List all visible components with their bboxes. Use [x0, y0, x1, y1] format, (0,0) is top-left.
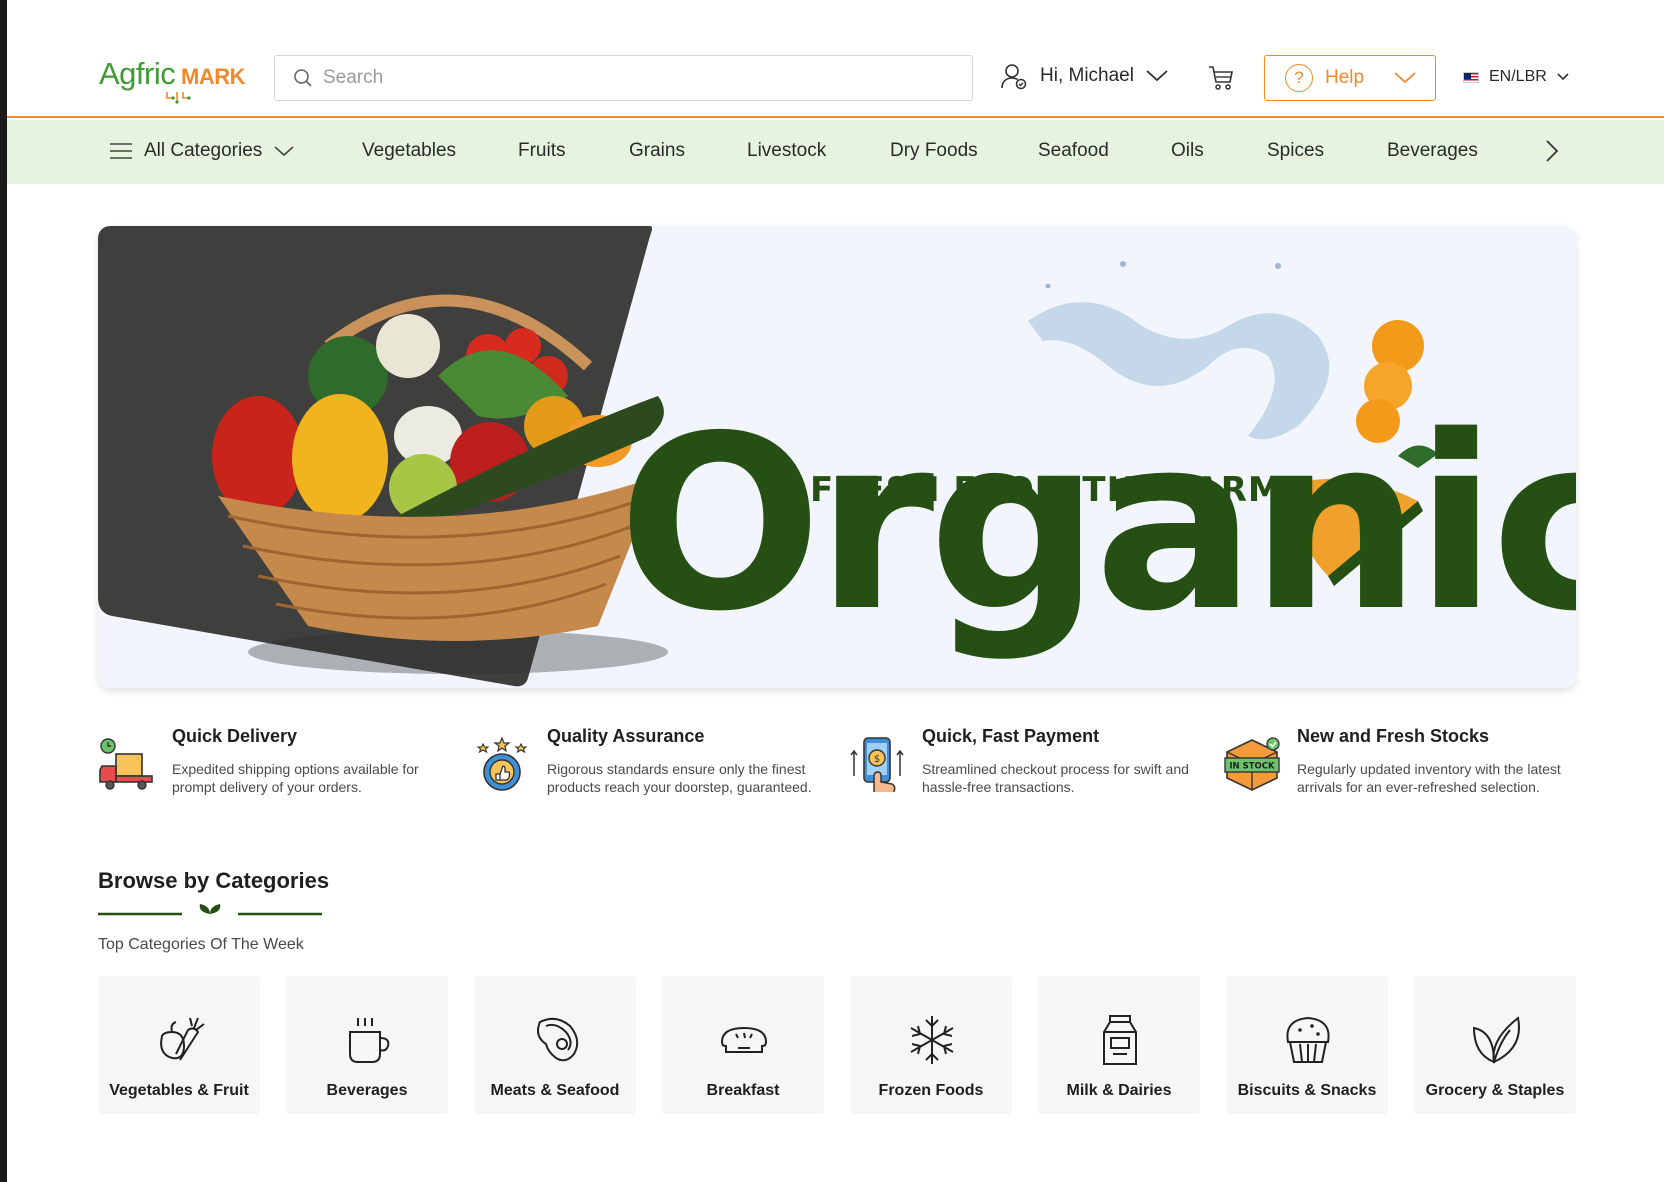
vegetables-fruit-icon — [160, 1017, 205, 1061]
section-subtitle: Top Categories Of The Week — [98, 936, 304, 953]
logo-circuit-icon — [166, 92, 191, 104]
category-card-beverages[interactable]: Beverages — [286, 976, 448, 1114]
logo-text-primary: Agfric — [99, 56, 176, 91]
feature-title: Quick Delivery — [172, 726, 298, 746]
category-label: Beverages — [326, 1082, 408, 1099]
nav-item-fruits[interactable]: Fruits — [518, 140, 566, 162]
nav-item-livestock[interactable]: Livestock — [747, 140, 826, 162]
category-card-biscuits-snacks[interactable]: Biscuits & Snacks — [1226, 976, 1388, 1114]
bread-icon — [720, 1026, 768, 1053]
milk-carton-icon — [1103, 1015, 1137, 1065]
category-card-meats-seafood[interactable]: Meats & Seafood — [474, 976, 636, 1114]
category-label: Grocery & Staples — [1425, 1082, 1565, 1099]
feature-title: Quick, Fast Payment — [922, 726, 1100, 746]
coffee-cup-icon — [349, 1018, 390, 1063]
category-label: Biscuits & Snacks — [1237, 1082, 1377, 1099]
all-categories-label: All Categories — [144, 140, 263, 161]
steak-icon — [537, 1017, 579, 1062]
user-greeting: Hi, Michael — [1040, 65, 1134, 86]
nav-item-oils[interactable]: Oils — [1171, 140, 1204, 162]
search-bar[interactable] — [274, 55, 973, 101]
chevron-down-icon — [1394, 72, 1416, 84]
category-label: Breakfast — [706, 1082, 780, 1099]
help-icon: ? — [1285, 64, 1313, 92]
in-stock-box-icon: IN STOCK — [1224, 737, 1280, 791]
category-card-frozen-foods[interactable]: Frozen Foods — [850, 976, 1012, 1114]
features-row: Quick Delivery Expedited shipping option… — [98, 722, 1576, 802]
search-icon — [294, 69, 312, 87]
help-dropdown[interactable]: ? Help — [1264, 55, 1436, 101]
section-title: Browse by Categories — [98, 868, 330, 893]
sprout-icon — [199, 904, 221, 924]
category-label: Milk & Dairies — [1066, 1082, 1172, 1099]
feature-title: New and Fresh Stocks — [1297, 726, 1490, 746]
all-categories-dropdown[interactable]: All Categories — [110, 140, 294, 162]
category-nav: All Categories Vegetables Fruits Grains … — [7, 120, 1664, 184]
chevron-down-icon — [1146, 70, 1168, 82]
cart-button[interactable] — [1207, 64, 1235, 97]
nav-item-seafood[interactable]: Seafood — [1038, 140, 1109, 162]
category-label: Meats & Seafood — [490, 1082, 620, 1099]
help-label: Help — [1325, 67, 1365, 88]
delivery-truck-icon — [99, 738, 153, 790]
category-label: Vegetables & Fruit — [109, 1082, 249, 1099]
muffin-icon — [1286, 1016, 1330, 1063]
user-icon — [1001, 64, 1027, 90]
leaves-icon — [1472, 1016, 1520, 1064]
hero-banner[interactable]: Organic FRESH FROM THE FARM — [98, 226, 1576, 688]
nav-item-grains[interactable]: Grains — [629, 140, 685, 162]
liberia-flag-icon — [1463, 71, 1479, 83]
language-label: EN/LBR — [1489, 68, 1547, 85]
feature-description: Expedited shipping options available for… — [172, 761, 419, 795]
category-card-grocery-staples[interactable]: Grocery & Staples — [1414, 976, 1576, 1114]
feature-description: Streamlined checkout process for swift a… — [922, 761, 1189, 795]
nav-item-dry-foods[interactable]: Dry Foods — [890, 140, 978, 162]
window-edge — [0, 0, 7, 1182]
menu-icon — [110, 143, 132, 159]
feature-description: Regularly updated inventory with the lat… — [1297, 761, 1561, 795]
category-card-vegetables-fruit[interactable]: Vegetables & Fruit — [98, 976, 260, 1114]
nav-item-spices[interactable]: Spices — [1267, 140, 1324, 162]
nav-item-vegetables[interactable]: Vegetables — [362, 140, 456, 162]
chevron-down-icon — [274, 145, 294, 156]
nav-item-beverages[interactable]: Beverages — [1387, 140, 1478, 162]
in-stock-label: IN STOCK — [1229, 762, 1275, 772]
hero-tagline: FRESH FROM THE FARM — [810, 470, 1283, 510]
chevron-down-icon — [1557, 73, 1569, 81]
hero-headline: Organic — [618, 384, 1576, 664]
feature-description: Rigorous standards ensure only the fines… — [547, 761, 812, 795]
category-card-milk-dairies[interactable]: Milk & Dairies — [1038, 976, 1200, 1114]
leaf-divider — [98, 904, 322, 924]
category-card-breakfast[interactable]: Breakfast — [662, 976, 824, 1114]
quality-badge-icon — [476, 736, 528, 791]
category-label: Frozen Foods — [878, 1082, 984, 1099]
logo-text-secondary: MARK — [181, 64, 246, 89]
svg-text:$: $ — [874, 754, 880, 765]
search-input[interactable] — [323, 67, 923, 89]
user-menu[interactable]: Hi, Michael — [1000, 62, 1168, 90]
cart-icon — [1209, 66, 1233, 90]
feature-title: Quality Assurance — [547, 726, 705, 746]
snowflake-icon — [910, 1016, 954, 1064]
language-selector[interactable]: EN/LBR — [1463, 68, 1569, 86]
site-header: Agfric MARK Hi, Michael — [7, 0, 1664, 118]
nav-next-button[interactable] — [1545, 140, 1559, 167]
logo[interactable]: Agfric MARK — [99, 56, 259, 104]
mobile-payment-icon: $ — [850, 737, 904, 793]
chevron-right-icon — [1546, 140, 1559, 162]
